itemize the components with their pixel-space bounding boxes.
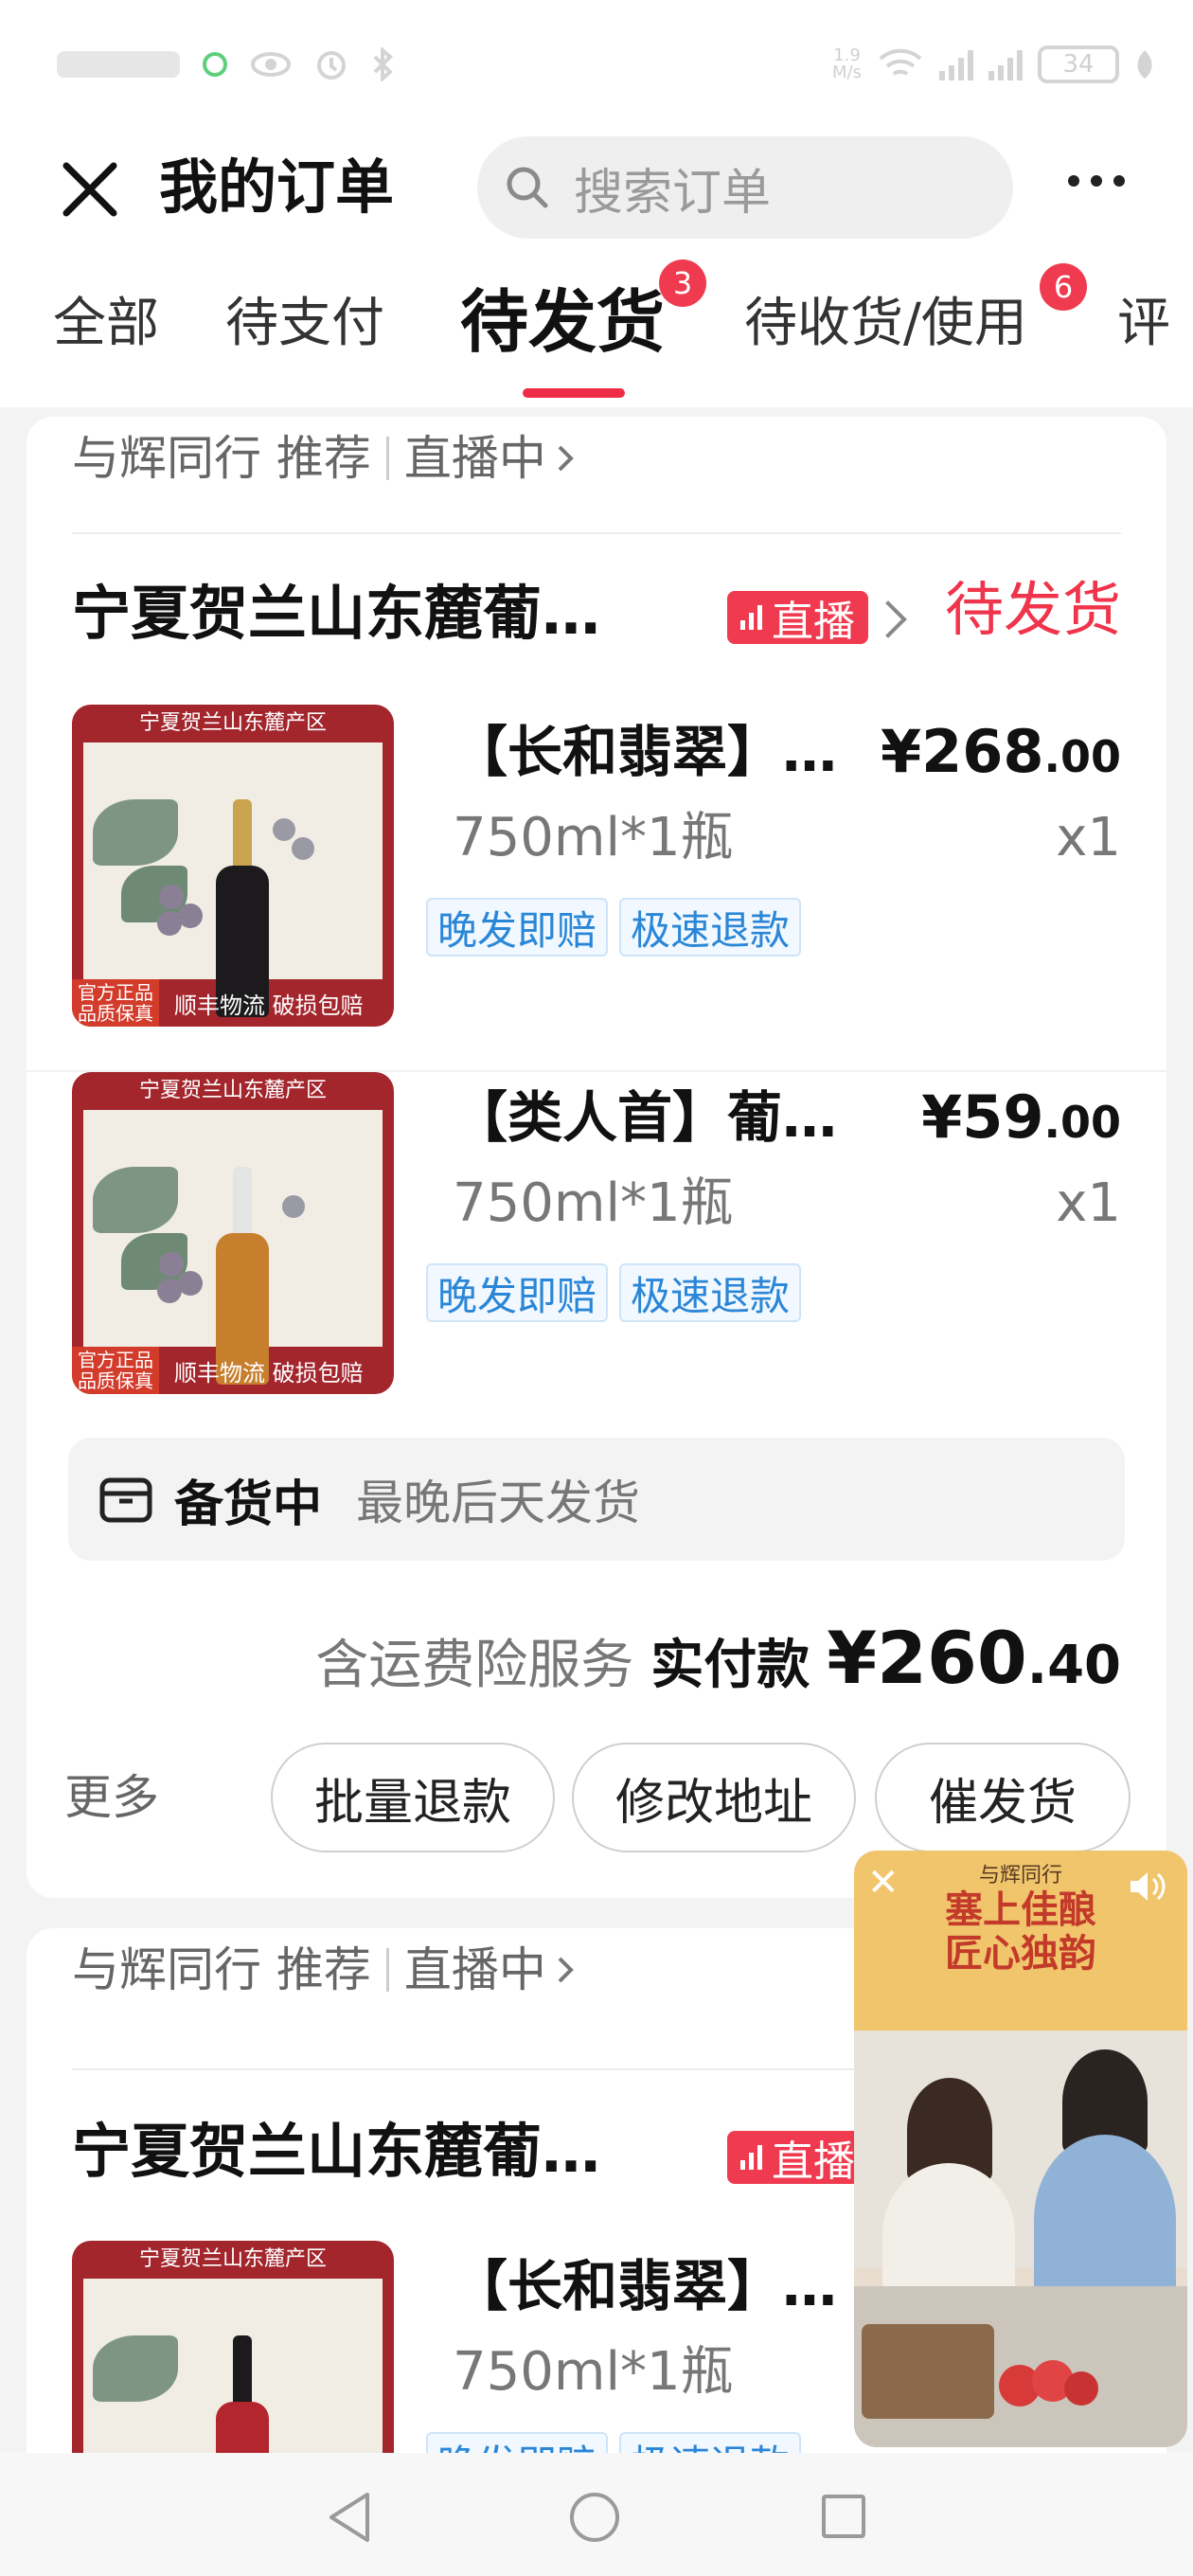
product-name[interactable]: 【长和翡翠】… bbox=[453, 2250, 837, 2322]
promo-source: 与辉同行 推荐 bbox=[72, 431, 371, 486]
host-body bbox=[882, 2163, 1015, 2305]
image-footer: 官方正品 品质保真 顺丰物流 破损包赔 bbox=[72, 979, 394, 1027]
status-bar-right: 1.9 M/s 34 bbox=[832, 45, 1155, 83]
more-options-icon[interactable] bbox=[1068, 175, 1125, 187]
payment-total: 含运费险服务 实付款 ¥260.40 bbox=[315, 1616, 1121, 1700]
volume-icon[interactable] bbox=[1127, 1868, 1170, 1905]
network-speed: 1.9 M/s bbox=[832, 45, 862, 82]
promo-source: 与辉同行 推荐 bbox=[72, 1942, 371, 1997]
eye-icon bbox=[251, 52, 291, 77]
total-label: 实付款 bbox=[650, 1635, 810, 1696]
tab-badge: 6 bbox=[1040, 263, 1087, 311]
tab-pending-payment[interactable]: 待支付 bbox=[225, 286, 384, 362]
header: 我的订单 搜索订单 bbox=[0, 133, 1193, 246]
product-name[interactable]: 【长和翡翠】… bbox=[453, 716, 837, 788]
system-nav-bar bbox=[0, 2453, 1193, 2576]
battery-icon: 34 bbox=[1038, 45, 1119, 83]
product-price: ¥59.00 bbox=[921, 1082, 1121, 1152]
close-video-icon[interactable]: ✕ bbox=[867, 1864, 899, 1902]
search-icon bbox=[507, 167, 548, 208]
close-icon[interactable] bbox=[57, 156, 123, 223]
live-tag: 直播 bbox=[727, 591, 868, 646]
battery-level: 34 bbox=[1062, 50, 1095, 79]
shipping-desc: 最晚后天发货 bbox=[356, 1476, 641, 1530]
promo-line[interactable]: 与辉同行 推荐 直播中 bbox=[72, 1940, 580, 2000]
back-icon[interactable] bbox=[326, 2491, 373, 2544]
divider bbox=[385, 437, 389, 480]
promo-live: 直播中 bbox=[403, 1942, 546, 1997]
product-spec: 750ml*1瓶 bbox=[453, 807, 734, 868]
live-bars-icon bbox=[740, 605, 762, 630]
shop-name[interactable]: 宁夏贺兰山东麓葡… bbox=[72, 576, 600, 652]
urge-shipment-button[interactable]: 催发货 bbox=[875, 1743, 1131, 1852]
gift-box bbox=[862, 2324, 994, 2419]
more-actions-link[interactable]: 更多 bbox=[64, 1767, 159, 1828]
product-quantity: x1 bbox=[1056, 807, 1121, 868]
promo-line[interactable]: 与辉同行 推荐 直播中 bbox=[72, 428, 580, 489]
host-body bbox=[1034, 2135, 1176, 2305]
image-banner: 宁夏贺兰山东麓产区 bbox=[138, 1079, 327, 1102]
bluetooth-icon bbox=[373, 47, 393, 81]
image-illustration bbox=[83, 742, 383, 1017]
apples bbox=[999, 2360, 1098, 2406]
product-image[interactable]: 宁夏贺兰山东麓产区 官方正品 品质保真 顺丰物流 破损包赔 bbox=[72, 1072, 394, 1394]
divider bbox=[72, 532, 1121, 534]
live-bars-icon bbox=[740, 2145, 762, 2170]
image-banner: 宁夏贺兰山东麓产区 bbox=[138, 711, 327, 735]
service-tag: 晚发即赔 bbox=[426, 1263, 609, 1322]
live-video-window[interactable]: 塞上佳酿 匠心独韵 与辉同行 ✕ bbox=[854, 1851, 1187, 2447]
promo-live: 直播中 bbox=[403, 431, 546, 486]
carrier-info bbox=[57, 51, 180, 78]
recent-apps-icon[interactable] bbox=[822, 2495, 865, 2538]
active-tab-indicator bbox=[523, 388, 625, 398]
live-tag: 直播 bbox=[727, 2131, 868, 2186]
product-name[interactable]: 【类人首】葡… bbox=[453, 1082, 837, 1154]
service-tag: 极速退款 bbox=[619, 1263, 802, 1322]
live-tag-label: 直播 bbox=[772, 2138, 855, 2186]
product-quantity: x1 bbox=[1056, 1172, 1121, 1234]
batch-refund-button[interactable]: 批量退款 bbox=[271, 1743, 555, 1852]
product-image[interactable]: 宁夏贺兰山东麓产区 官方正品 品质保真 顺丰物流 破损包赔 bbox=[72, 705, 394, 1027]
tab-pending-shipment[interactable]: 待发货 bbox=[460, 278, 665, 366]
product-spec: 750ml*1瓶 bbox=[453, 1172, 734, 1234]
shop-name[interactable]: 宁夏贺兰山东麓葡… bbox=[72, 2114, 600, 2190]
product-price: ¥268.00 bbox=[880, 717, 1121, 786]
wifi-icon bbox=[879, 48, 922, 76]
leaf-icon bbox=[1137, 50, 1152, 79]
total-amount: ¥260.40 bbox=[827, 1616, 1121, 1700]
order-status: 待发货 bbox=[944, 575, 1121, 644]
chevron-right-icon bbox=[558, 1957, 574, 1983]
status-bar-left bbox=[57, 47, 396, 81]
signal-icon-2 bbox=[988, 48, 1023, 80]
home-icon[interactable] bbox=[570, 2493, 619, 2542]
order-tabs: 全部 待支付 待发货 3 待收货/使用 6 评 bbox=[0, 246, 1193, 407]
status-indicator-icon bbox=[203, 52, 227, 77]
shipping-label: 备货中 bbox=[174, 1476, 323, 1533]
service-tag: 晚发即赔 bbox=[426, 898, 609, 957]
chevron-right-icon bbox=[558, 445, 574, 472]
signal-icon bbox=[939, 48, 973, 80]
alarm-icon bbox=[317, 51, 346, 80]
tab-pending-receipt[interactable]: 待收货/使用 bbox=[744, 286, 1027, 362]
change-address-button[interactable]: 修改地址 bbox=[572, 1743, 856, 1852]
chevron-right-icon[interactable] bbox=[869, 600, 907, 638]
shipping-status[interactable]: 备货中 最晚后天发货 bbox=[68, 1438, 1125, 1561]
divider bbox=[385, 1948, 389, 1992]
product-spec: 750ml*1瓶 bbox=[453, 2341, 734, 2403]
status-bar: 1.9 M/s 34 bbox=[0, 0, 1193, 133]
image-footer: 官方正品 品质保真 顺丰物流 破损包赔 bbox=[72, 1347, 394, 1394]
insurance-note: 含运费险服务 bbox=[315, 1635, 634, 1696]
page-title: 我的订单 bbox=[159, 152, 395, 222]
image-banner: 宁夏贺兰山东麓产区 bbox=[138, 2247, 327, 2271]
search-placeholder: 搜索订单 bbox=[574, 164, 772, 222]
tab-badge: 3 bbox=[659, 259, 706, 307]
image-illustration bbox=[83, 1110, 383, 1385]
live-tag-label: 直播 bbox=[772, 598, 855, 646]
search-input[interactable]: 搜索订单 bbox=[477, 136, 1013, 239]
order-card[interactable]: 与辉同行 推荐 直播中 宁夏贺兰山东麓葡… 直播 待发货 宁夏贺兰山东麓产区 官… bbox=[27, 417, 1166, 1898]
tab-review[interactable]: 评 bbox=[1117, 286, 1170, 362]
tab-all[interactable]: 全部 bbox=[53, 286, 159, 362]
service-tag: 极速退款 bbox=[619, 898, 802, 957]
package-icon bbox=[99, 1477, 152, 1523]
